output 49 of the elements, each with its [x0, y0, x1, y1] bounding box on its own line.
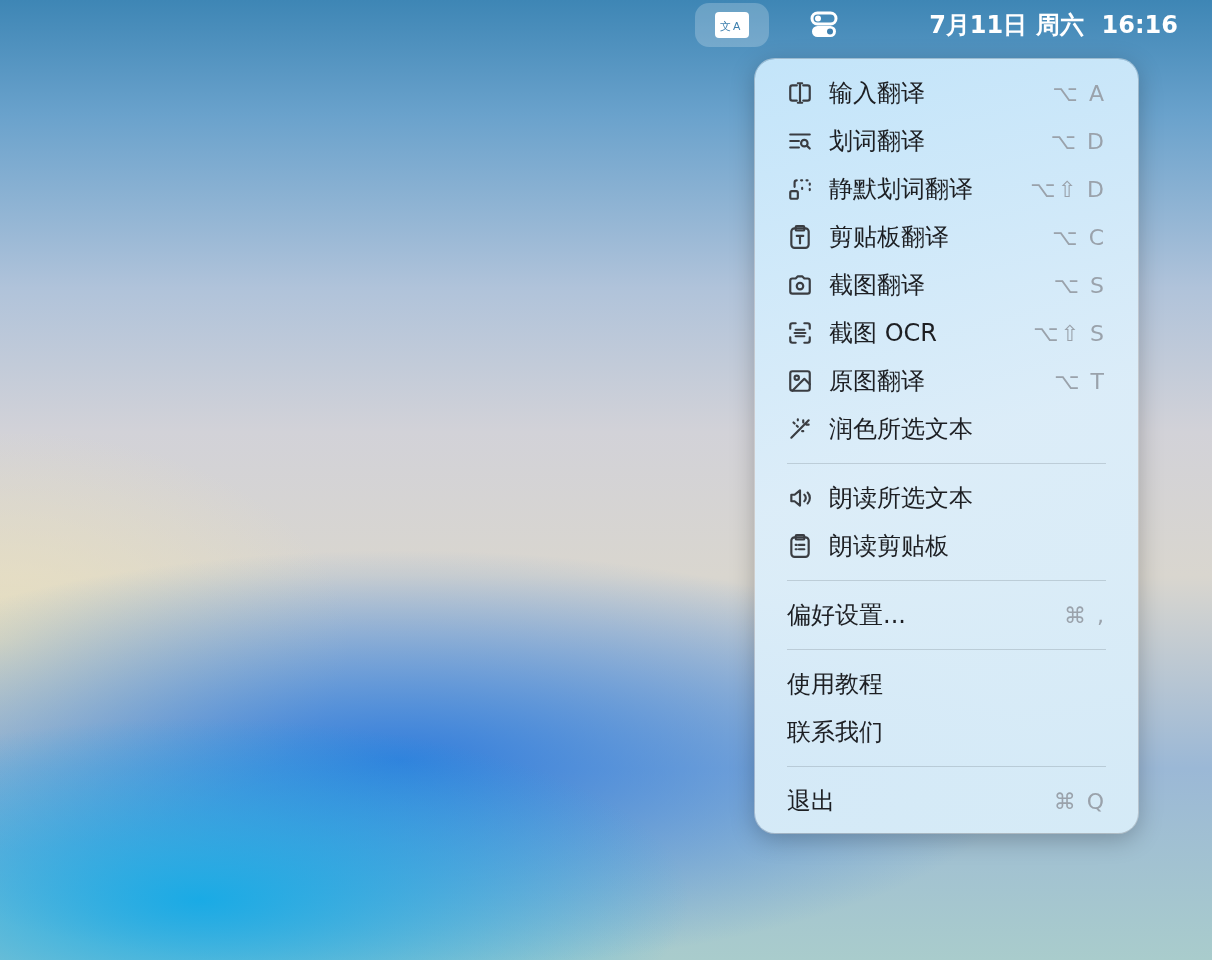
- menu-item-label: 使用教程: [787, 669, 883, 700]
- text-cursor-icon: [787, 80, 813, 106]
- menu-item[interactable]: 输入翻译 ⌥ A: [755, 69, 1138, 117]
- keyboard-shortcut: ⌥ D: [1050, 128, 1106, 154]
- status-bar-button[interactable]: 文 A: [695, 3, 770, 47]
- keyboard-shortcut: ⌥⇧ S: [1033, 320, 1106, 346]
- menu-bar-date[interactable]: 7月11日 周六: [929, 9, 1084, 41]
- menu-item[interactable]: 朗读所选文本: [755, 474, 1138, 522]
- menu-item-label: 联系我们: [787, 717, 883, 748]
- menu-item-label: 输入翻译: [829, 78, 925, 109]
- menu-item-label: 退出: [787, 786, 835, 817]
- camera-icon: [787, 272, 813, 298]
- menu-item-label: 划词翻译: [829, 126, 925, 157]
- menu-item-label: 朗读剪贴板: [829, 531, 949, 562]
- menu-item[interactable]: 剪贴板翻译 ⌥ C: [755, 213, 1138, 261]
- menu-bar-clock[interactable]: 16:16: [1101, 11, 1178, 39]
- menu-item-label: 原图翻译: [829, 366, 925, 397]
- keyboard-shortcut: ⌘ ,: [1064, 602, 1106, 628]
- dotted-cursor-icon: [787, 176, 813, 202]
- clipboard-list-icon: [787, 533, 813, 559]
- menu-item[interactable]: 润色所选文本: [755, 405, 1138, 453]
- menu-item-label: 润色所选文本: [829, 414, 973, 445]
- menu-item[interactable]: 静默划词翻译 ⌥⇧ D: [755, 165, 1138, 213]
- keyboard-shortcut: ⌥⇧ D: [1030, 176, 1106, 202]
- menu-item[interactable]: 截图翻译 ⌥ S: [755, 261, 1138, 309]
- menu-item[interactable]: 偏好设置... ⌘ ,: [755, 591, 1138, 639]
- keyboard-shortcut: ⌥ C: [1052, 224, 1106, 250]
- clipboard-text-icon: [787, 224, 813, 250]
- image-icon: [787, 368, 813, 394]
- menu-item[interactable]: 截图 OCR ⌥⇧ S: [755, 309, 1138, 357]
- translate-icon: 文 A: [714, 10, 751, 40]
- menu-item-label: 偏好设置...: [787, 600, 906, 631]
- menu-item[interactable]: 退出 ⌘ Q: [755, 777, 1138, 825]
- menu-item[interactable]: 朗读剪贴板: [755, 522, 1138, 570]
- keyboard-shortcut: ⌥ A: [1052, 80, 1106, 106]
- menu-item-label: 截图 OCR: [829, 318, 937, 349]
- menu-item[interactable]: 联系我们: [755, 708, 1138, 756]
- menu-item[interactable]: 原图翻译 ⌥ T: [755, 357, 1138, 405]
- scan-text-icon: [787, 320, 813, 346]
- magic-wand-icon: [787, 416, 813, 442]
- keyboard-shortcut: ⌘ Q: [1053, 788, 1106, 814]
- menu-item-label: 朗读所选文本: [829, 483, 973, 514]
- menu-item[interactable]: 使用教程: [755, 660, 1138, 708]
- menu-item-label: 静默划词翻译: [829, 174, 973, 205]
- menu-item-label: 剪贴板翻译: [829, 222, 949, 253]
- menu-item-label: 截图翻译: [829, 270, 925, 301]
- menu-item[interactable]: 划词翻译 ⌥ D: [755, 117, 1138, 165]
- keyboard-shortcut: ⌥ T: [1054, 368, 1106, 394]
- keyboard-shortcut: ⌥ S: [1053, 272, 1106, 298]
